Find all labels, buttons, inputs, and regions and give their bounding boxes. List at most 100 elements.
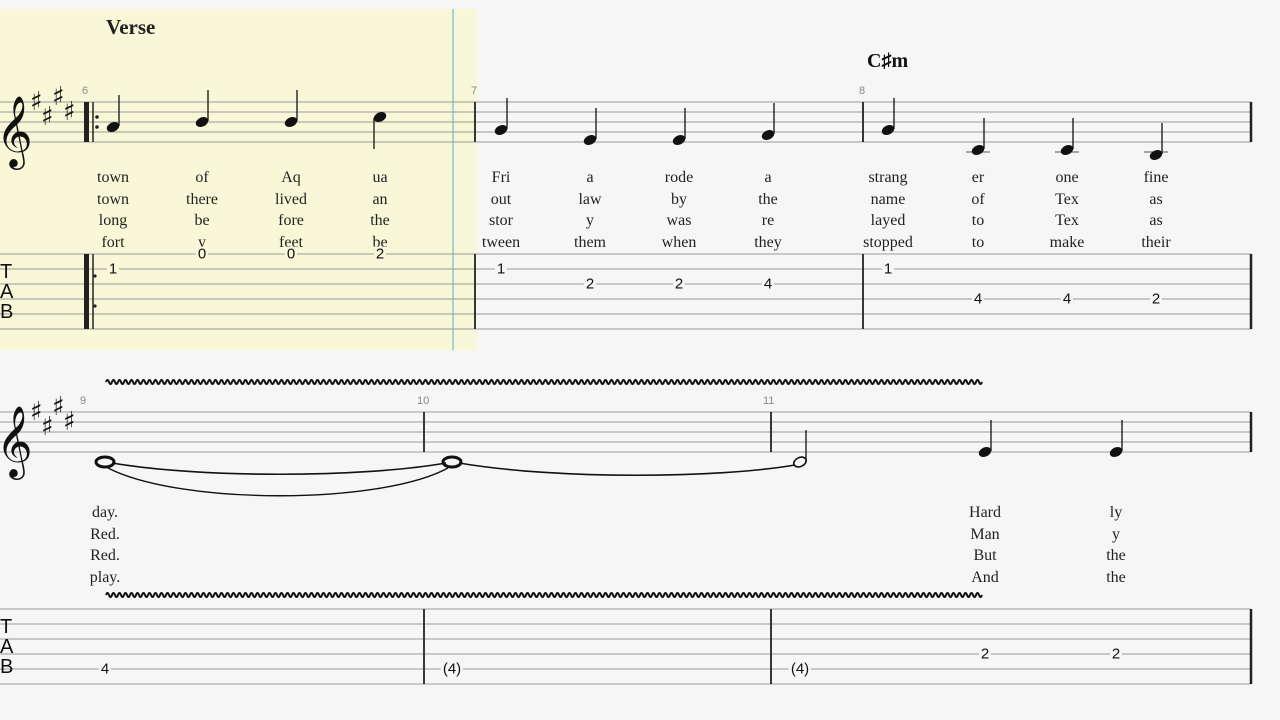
tab-fret-number: 1 [494,260,508,278]
lyric-syllable: Fri [491,169,511,186]
whole-note [94,455,116,469]
lyric-syllable: tween [481,233,521,251]
lyric-syllable: the [1106,568,1126,586]
lyric-syllable: Red. [90,525,120,543]
measure-number: 9 [80,395,87,407]
treble-clef-icon: 𝄞 [0,404,33,480]
lyric-syllable: Red. [90,547,120,564]
tab-fret-number: 1 [106,260,120,278]
lyric-syllable: to [971,212,985,229]
measure-number: 8 [859,85,866,97]
tab-fret-number: 0 [284,245,298,263]
tab-clef-label: T [0,616,13,638]
measure-number: 7 [471,85,478,97]
lyric-syllable: And [971,568,999,586]
repeat-dot [93,304,97,308]
lyric-syllable: But [973,547,997,564]
vibrato-marking [105,592,983,598]
lyric-syllable: they [754,233,782,251]
lyric-syllable: name [870,190,906,208]
lyric-syllable: fort [101,233,125,251]
lyric-syllable: law [578,190,602,208]
lyric-syllable: the [370,212,390,229]
treble-clef-icon: 𝄞 [0,94,33,170]
lyric-syllable: er [971,169,985,186]
lyric-syllable: there [186,190,218,208]
lyric-syllable: as [1149,212,1163,229]
lyric-syllable: stor [489,212,513,229]
tab-fret-number: 2 [978,645,992,663]
whole-note [441,455,463,469]
lyric-syllable: Man [970,525,1000,543]
lyric-syllable: one [1055,169,1079,186]
lyric-syllable: long [98,212,128,229]
lyric-syllable: stopped [863,233,913,251]
lyric-syllable: a [586,169,594,186]
repeat-dot [95,125,99,129]
lyric-syllable: when [661,233,697,251]
lyric-syllable: a [764,169,772,186]
lyric-syllable: to [971,233,985,251]
lyric-syllable: day. [91,504,119,521]
lyric-syllable: play. [89,568,121,586]
sharp-icon: ♯ [63,407,76,437]
lyric-syllable: the [1106,547,1126,564]
lyric-syllable: Hard [969,504,1001,521]
tab-fret-number: 2 [1109,645,1123,663]
tab-clef-label: T [0,261,13,283]
lyric-syllable: Aq [281,169,301,186]
tab-fret-number: 4 [98,660,112,678]
lyric-syllable: as [1149,190,1163,208]
lyric-syllable: them [574,233,606,251]
measure-number: 11 [763,395,775,407]
lyric-syllable: rode [664,169,694,186]
tab-fret-number: (4) [788,660,812,678]
lyric-syllable: strang [868,169,908,186]
tab-clef-label: B [0,301,14,323]
vibrato-marking [105,379,983,385]
lyric-syllable: be [194,212,210,229]
lyric-syllable: fine [1143,169,1169,186]
lyric-syllable: town [97,169,129,186]
lyric-syllable: make [1049,233,1085,251]
lyric-syllable: Tex [1055,190,1079,208]
tab-fret-number: (4) [440,660,464,678]
lyric-syllable: lived [275,190,307,208]
lyric-syllable: of [971,190,985,208]
tab-fret-number: 2 [672,275,686,293]
lyric-syllable: by [671,190,687,208]
lyric-syllable: layed [870,212,906,229]
lyric-syllable: fore [278,212,304,229]
tab-fret-number: 1 [881,260,895,278]
repeat-dot [93,274,97,278]
lyric-syllable: ua [372,169,388,186]
tab-fret-number: 2 [1149,290,1163,308]
lyric-syllable: the [758,190,778,208]
lyric-syllable: re [761,212,775,229]
lyric-syllable: their [1141,233,1171,251]
repeat-start-barline [84,254,89,329]
measure-number: 10 [417,395,430,407]
lyric-syllable: was [666,212,692,229]
section-label: Verse [106,15,156,39]
repeat-dot [95,115,99,119]
tie [111,462,447,476]
score-canvas: 𝄞♯♯♯♯𝄞♯♯♯♯ [0,82,1253,685]
lyric-syllable: y [1112,525,1120,543]
slur [107,467,449,497]
lyric-syllable: out [490,190,512,208]
tab-clef-label: A [0,636,14,658]
tie [458,462,796,477]
tab-clef-label: B [0,656,14,678]
tab-fret-number: 2 [583,275,597,293]
lyric-syllable: ly [1109,504,1123,521]
tab-fret-number: 4 [1060,290,1074,308]
repeat-start-barline [84,102,89,142]
chord-symbol: C♯m [867,50,909,72]
tab-clef-label: A [0,281,14,303]
lyric-syllable: of [195,169,209,186]
tab-fret-number: 4 [761,275,775,293]
lyric-syllable: y [586,212,594,229]
tab-fret-number: 2 [373,245,387,263]
lyric-syllable: Tex [1055,212,1079,229]
